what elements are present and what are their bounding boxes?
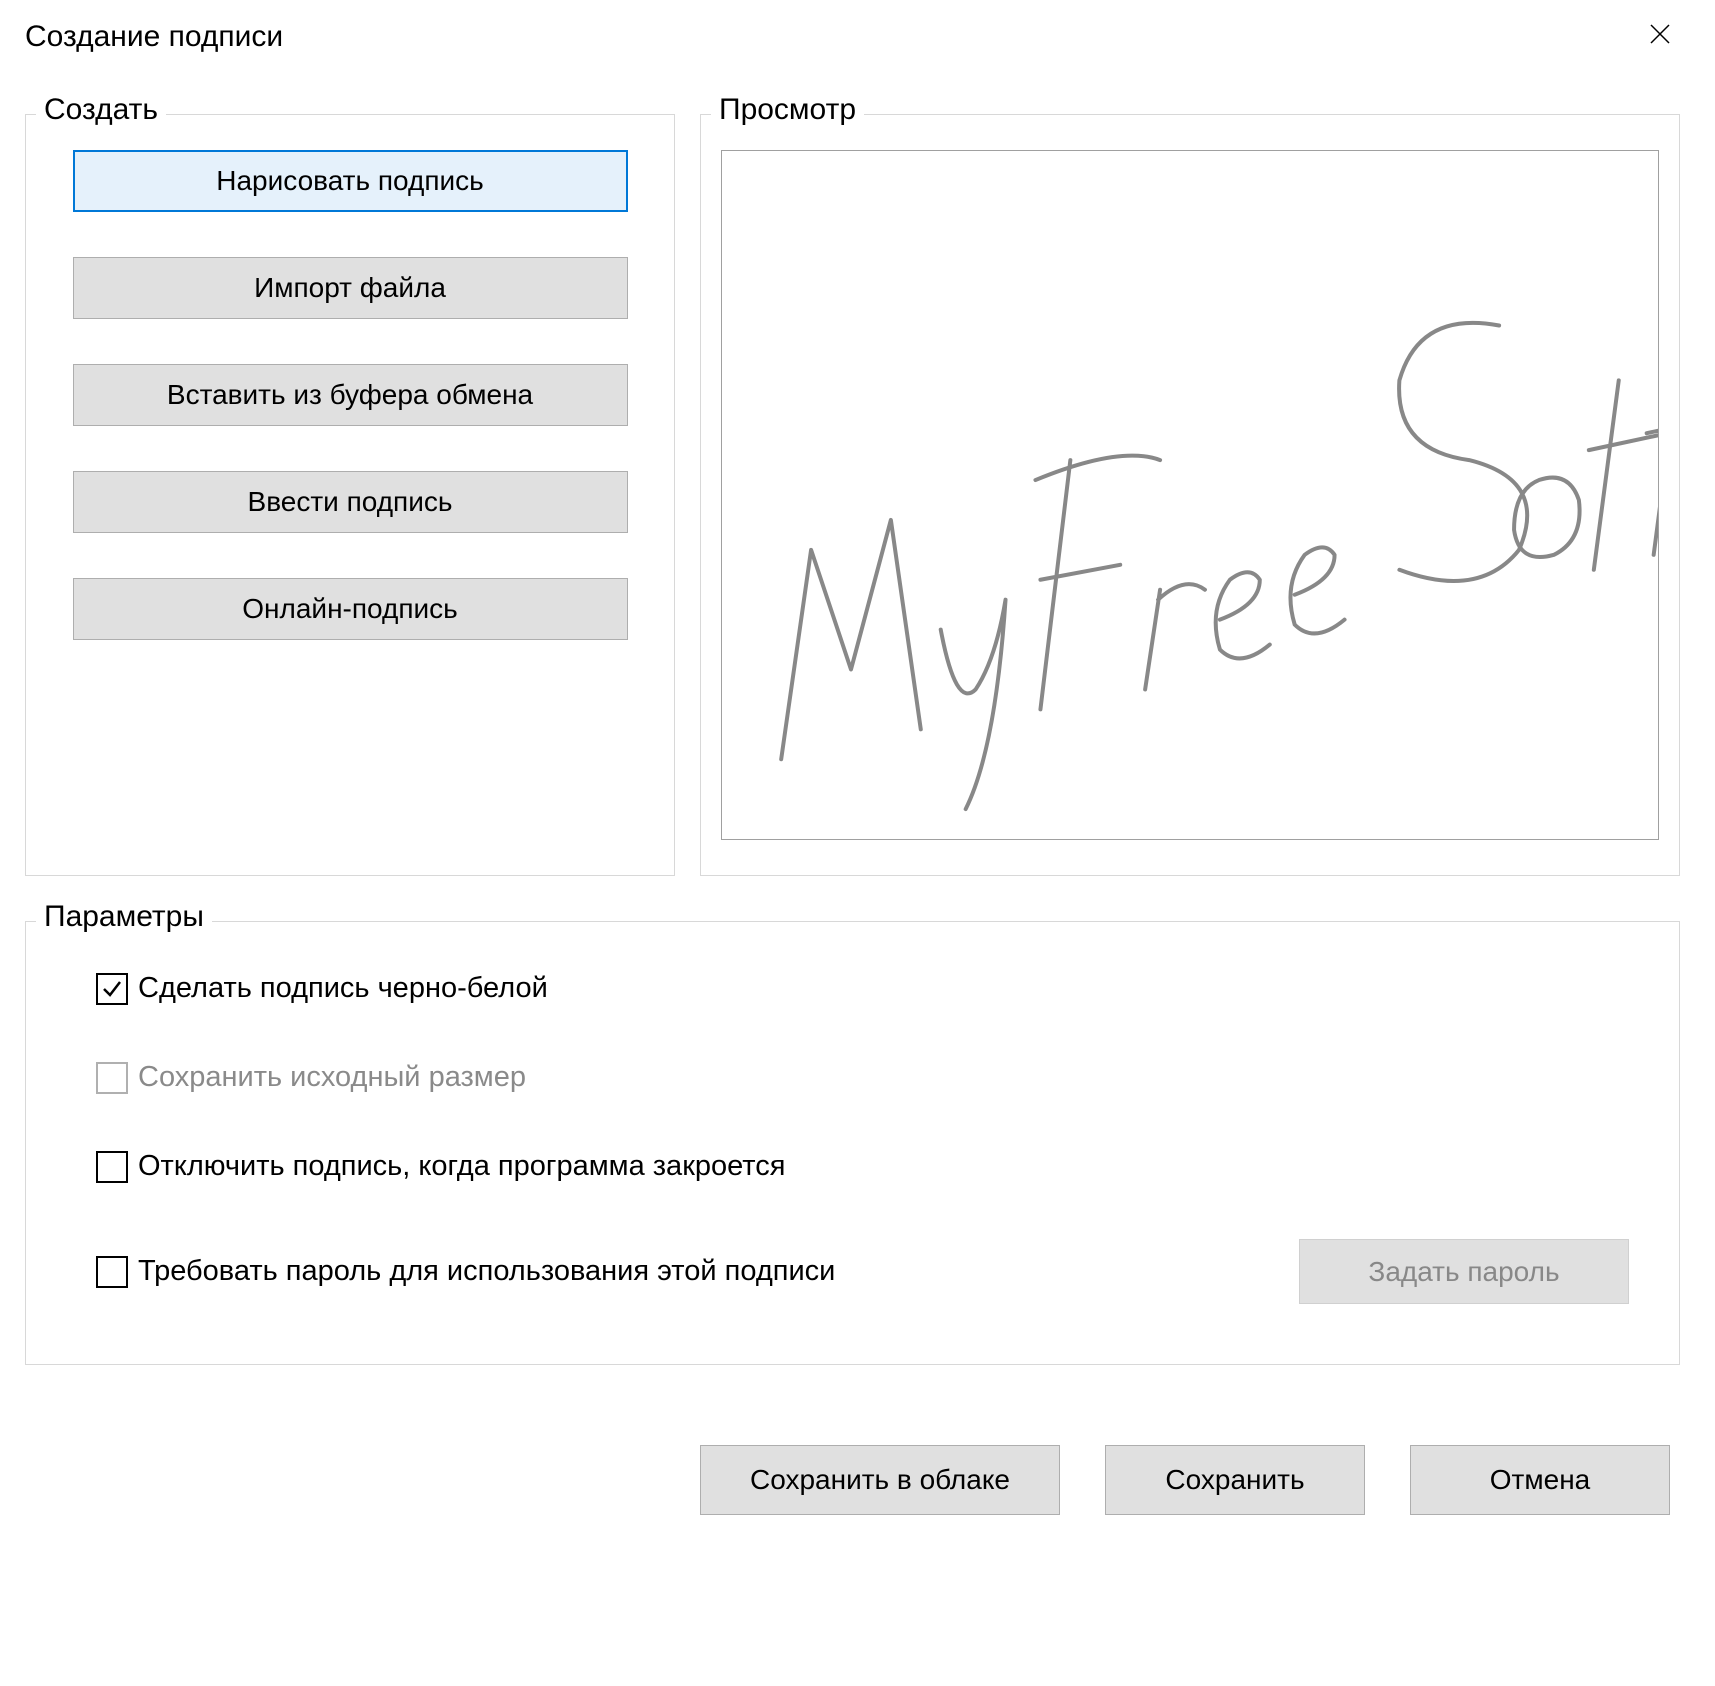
draw-signature-button[interactable]: Нарисовать подпись [73,150,628,212]
set-password-button: Задать пароль [1299,1239,1629,1304]
discard-on-close-label: Отключить подпись, когда программа закро… [138,1150,785,1183]
type-signature-button[interactable]: Ввести подпись [73,471,628,533]
create-group: Создать Нарисовать подпись Импорт файла … [25,114,675,876]
options-group: Параметры Сделать подпись черно-белой Со… [25,921,1680,1365]
online-signature-button[interactable]: Онлайн-подпись [73,578,628,640]
dialog-footer: Сохранить в облаке Сохранить Отмена [25,1445,1680,1515]
require-password-checkbox[interactable] [96,1256,128,1288]
options-group-title: Параметры [36,900,212,934]
bw-label: Сделать подпись черно-белой [138,972,548,1005]
bw-checkbox[interactable] [96,973,128,1005]
signature-preview-canvas[interactable] [721,150,1659,840]
keep-size-checkbox [96,1062,128,1094]
close-icon [1649,23,1671,45]
create-group-title: Создать [36,93,166,127]
check-icon [100,977,124,1001]
paste-clipboard-button[interactable]: Вставить из буфера обмена [73,364,628,426]
import-file-button[interactable]: Импорт файла [73,257,628,319]
cancel-button[interactable]: Отмена [1410,1445,1670,1515]
preview-group: Просмотр [700,114,1680,876]
dialog-title: Создание подписи [25,20,283,54]
preview-group-title: Просмотр [711,93,864,127]
close-button[interactable] [1640,20,1680,52]
keep-size-label: Сохранить исходный размер [138,1061,526,1094]
discard-on-close-checkbox[interactable] [96,1151,128,1183]
save-cloud-button[interactable]: Сохранить в облаке [700,1445,1060,1515]
save-button[interactable]: Сохранить [1105,1445,1365,1515]
signature-drawing [722,151,1658,839]
require-password-label: Требовать пароль для использования этой … [138,1255,835,1288]
